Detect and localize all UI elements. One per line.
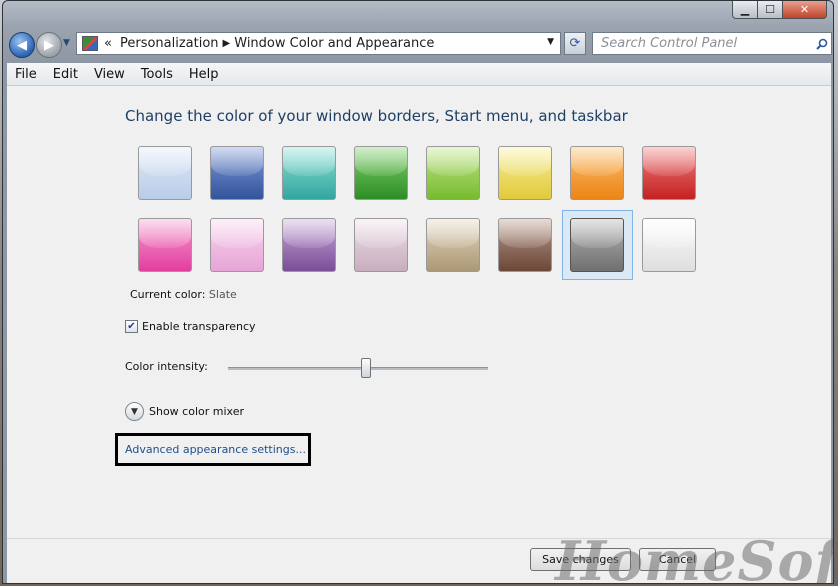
color-swatch[interactable] — [138, 146, 192, 200]
menu-tools[interactable]: Tools — [133, 67, 181, 82]
address-dropdown-icon[interactable]: ▼ — [547, 37, 554, 47]
mixer-label[interactable]: Show color mixer — [149, 405, 244, 418]
window-frame: ▁ ☐ ✕ ◀ ▶ ▼ « Personalization ▶ Window C… — [2, 0, 834, 584]
color-swatch[interactable] — [570, 218, 624, 272]
color-mixer-toggle[interactable]: ▼ Show color mixer — [125, 402, 244, 421]
color-swatch[interactable] — [570, 146, 624, 200]
arrow-right-icon: ▶ — [44, 37, 54, 53]
intensity-label: Color intensity: — [125, 360, 208, 373]
color-swatch[interactable] — [426, 218, 480, 272]
color-swatch[interactable] — [354, 218, 408, 272]
current-color: Current color: Slate — [130, 288, 237, 301]
close-button[interactable]: ✕ — [783, 1, 827, 19]
forward-button[interactable]: ▶ — [36, 32, 62, 58]
maximize-button[interactable]: ☐ — [758, 1, 783, 19]
color-swatch[interactable] — [498, 146, 552, 200]
intensity-slider-thumb[interactable] — [360, 358, 371, 378]
refresh-icon: ⟳ — [569, 36, 581, 51]
menu-help[interactable]: Help — [181, 67, 227, 82]
color-swatch[interactable] — [282, 218, 336, 272]
maximize-icon: ☐ — [765, 3, 775, 16]
color-swatch[interactable] — [354, 146, 408, 200]
transparency-row[interactable]: ✔ Enable transparency — [125, 320, 256, 333]
chevron-down-icon[interactable]: ▼ — [125, 402, 144, 421]
menu-view[interactable]: View — [86, 67, 133, 82]
page-title: Change the color of your window borders,… — [125, 107, 628, 125]
back-button[interactable]: ◀ — [9, 32, 35, 58]
menu-bar: File Edit View Tools Help — [7, 63, 831, 86]
advanced-appearance-link[interactable]: Advanced appearance settings... — [125, 443, 306, 456]
color-swatch[interactable] — [210, 218, 264, 272]
color-swatch[interactable] — [426, 146, 480, 200]
arrow-left-icon: ◀ — [17, 37, 27, 53]
address-bar[interactable]: « Personalization ▶ Window Color and App… — [76, 32, 561, 55]
search-box[interactable]: Search Control Panel — [592, 32, 832, 55]
current-color-label: Current color: — [130, 288, 206, 301]
menu-edit[interactable]: Edit — [45, 67, 86, 82]
recent-pages-dropdown[interactable]: ▼ — [63, 38, 70, 48]
caption-buttons: ▁ ☐ ✕ — [732, 1, 827, 19]
content-area: Change the color of your window borders,… — [7, 86, 831, 538]
control-panel-icon — [82, 36, 98, 51]
minimize-icon: ▁ — [740, 3, 750, 16]
color-swatch[interactable] — [282, 146, 336, 200]
menu-file[interactable]: File — [7, 67, 45, 82]
refresh-button[interactable]: ⟳ — [564, 32, 586, 55]
search-icon[interactable] — [813, 38, 831, 50]
current-color-value: Slate — [208, 288, 237, 301]
breadcrumb-overflow[interactable]: « — [104, 36, 112, 51]
watermark-logo: HomeSoft — [555, 529, 834, 584]
minimize-button[interactable]: ▁ — [732, 1, 758, 19]
search-input[interactable]: Search Control Panel — [593, 36, 813, 51]
color-swatch[interactable] — [210, 146, 264, 200]
transparency-checkbox[interactable]: ✔ — [125, 320, 138, 333]
color-swatch[interactable] — [642, 218, 696, 272]
close-icon: ✕ — [799, 3, 810, 16]
color-swatch[interactable] — [642, 146, 696, 200]
breadcrumb-window-color[interactable]: Window Color and Appearance — [234, 36, 434, 51]
transparency-label[interactable]: Enable transparency — [142, 320, 256, 333]
breadcrumb-separator-icon[interactable]: ▶ — [223, 38, 231, 49]
chevron-down-icon: ▼ — [63, 38, 70, 48]
breadcrumb-personalization[interactable]: Personalization — [120, 36, 219, 51]
color-swatch[interactable] — [138, 218, 192, 272]
color-swatch[interactable] — [498, 218, 552, 272]
intensity-slider-track[interactable] — [228, 367, 488, 370]
